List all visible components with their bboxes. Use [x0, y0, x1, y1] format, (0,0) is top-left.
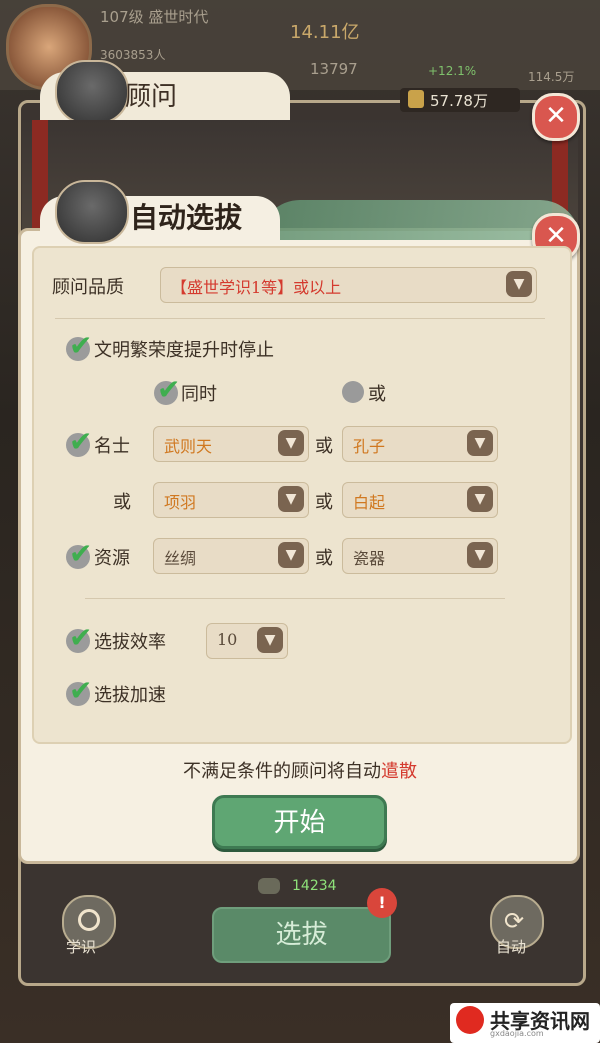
divider — [55, 318, 545, 319]
check-icon: ✔ — [157, 373, 181, 406]
quality-dropdown[interactable]: 【盛世学识1等】或以上 ▼ — [160, 267, 537, 303]
chevron-down-icon: ▼ — [467, 542, 493, 568]
top-right-counter: +12.1% — [428, 64, 477, 78]
stop-prosperity-label: 文明繁荣度提升时停止 — [94, 340, 274, 361]
player-level: 107级 盛世时代 — [100, 8, 209, 26]
watermark-logo-icon — [456, 1006, 484, 1034]
chevron-down-icon: ▼ — [278, 430, 304, 456]
chevron-down-icon: ▼ — [467, 486, 493, 512]
bottom-select-button[interactable]: 选拔 — [212, 907, 391, 963]
resource-1-value: 丝绸 — [164, 549, 197, 568]
resource-2-dropdown[interactable]: 瓷器 ▼ — [342, 538, 498, 574]
dialog-title: 自动选拔 — [130, 201, 243, 234]
chevron-down-icon: ▼ — [278, 542, 304, 568]
stop-prosperity-checkbox[interactable]: ✔ — [66, 329, 92, 362]
celebrity-3-dropdown[interactable]: 项羽 ▼ — [153, 482, 309, 518]
celebrity-4-value: 白起 — [353, 493, 386, 512]
efficiency-value: 10 — [217, 630, 238, 649]
dragon-mascot-icon — [55, 180, 129, 244]
player-sub: 3603853人 — [100, 48, 166, 62]
celebrity-label: 名士 — [94, 436, 130, 457]
chevron-down-icon: ▼ — [278, 486, 304, 512]
dragon-mascot-icon — [55, 60, 129, 124]
adviser-panel-title: 顾问 — [125, 82, 178, 112]
dismiss-note: 不满足条件的顾问将自动遣散 — [0, 757, 600, 783]
watermark-sub: gxdaojia.com — [490, 1029, 544, 1038]
dismiss-note-highlight: 遣散 — [381, 761, 417, 782]
resource-label: 资源 — [94, 548, 130, 569]
currency-value: 14.11亿 — [290, 22, 360, 43]
dismiss-note-text: 不满足条件的顾问将自动 — [183, 761, 381, 782]
or-label: 或 — [315, 492, 333, 513]
check-icon: ✔ — [69, 329, 93, 362]
or-label: 或 — [315, 436, 333, 457]
divider — [85, 598, 505, 599]
mode-either-label: 或 — [368, 384, 386, 405]
resource-checkbox[interactable]: ✔ — [66, 537, 92, 570]
knowledge-label: 学识 — [66, 938, 97, 956]
speedup-checkbox[interactable]: ✔ — [66, 674, 92, 707]
resource-1-dropdown[interactable]: 丝绸 ▼ — [153, 538, 309, 574]
mode-either-radio[interactable] — [342, 381, 364, 403]
outer-close-button[interactable]: ✕ — [532, 93, 580, 141]
book-icon — [408, 90, 424, 108]
chevron-down-icon: ▼ — [257, 627, 283, 653]
quality-value: 【盛世学识1等】或以上 — [171, 278, 342, 297]
celebrity-2-dropdown[interactable]: 孔子 ▼ — [342, 426, 498, 462]
scroll-icon — [258, 878, 280, 894]
close-icon: ✕ — [545, 101, 567, 131]
top-right-counter-2: 114.5万 — [528, 70, 575, 84]
top-counter: 13797 — [310, 60, 358, 78]
bottom-counter: 14234 — [292, 878, 337, 894]
speedup-label: 选拔加速 — [94, 685, 166, 706]
alert-badge-icon: ! — [367, 888, 397, 918]
efficiency-label: 选拔效率 — [94, 632, 166, 653]
celebrity-checkbox[interactable]: ✔ — [66, 425, 92, 458]
check-icon: ✔ — [69, 425, 93, 458]
quality-label: 顾问品质 — [52, 277, 124, 298]
efficiency-dropdown[interactable]: 10 ▼ — [206, 623, 288, 659]
celebrity-4-dropdown[interactable]: 白起 ▼ — [342, 482, 498, 518]
check-icon: ✔ — [69, 621, 93, 654]
check-icon: ✔ — [69, 537, 93, 570]
or-label: 或 — [315, 548, 333, 569]
or-label: 或 — [113, 492, 131, 513]
mode-both-radio[interactable]: ✔ — [154, 373, 180, 406]
resource-2-value: 瓷器 — [353, 549, 386, 568]
chevron-down-icon: ▼ — [467, 430, 493, 456]
refresh-icon: ⟳ — [504, 907, 525, 935]
celebrity-3-value: 项羽 — [164, 493, 197, 512]
mode-both-label: 同时 — [181, 384, 217, 405]
celebrity-1-value: 武则天 — [164, 437, 213, 456]
start-button[interactable]: 开始 — [212, 795, 387, 849]
chevron-down-icon: ▼ — [506, 271, 532, 297]
celebrity-1-dropdown[interactable]: 武则天 ▼ — [153, 426, 309, 462]
knowledge-icon — [78, 909, 100, 931]
check-icon: ✔ — [69, 674, 93, 707]
gold-value: 57.78万 — [430, 92, 488, 110]
auto-label: 自动 — [496, 938, 527, 956]
celebrity-2-value: 孔子 — [353, 437, 386, 456]
gold-bar: 57.78万 — [400, 88, 520, 112]
efficiency-checkbox[interactable]: ✔ — [66, 621, 92, 654]
